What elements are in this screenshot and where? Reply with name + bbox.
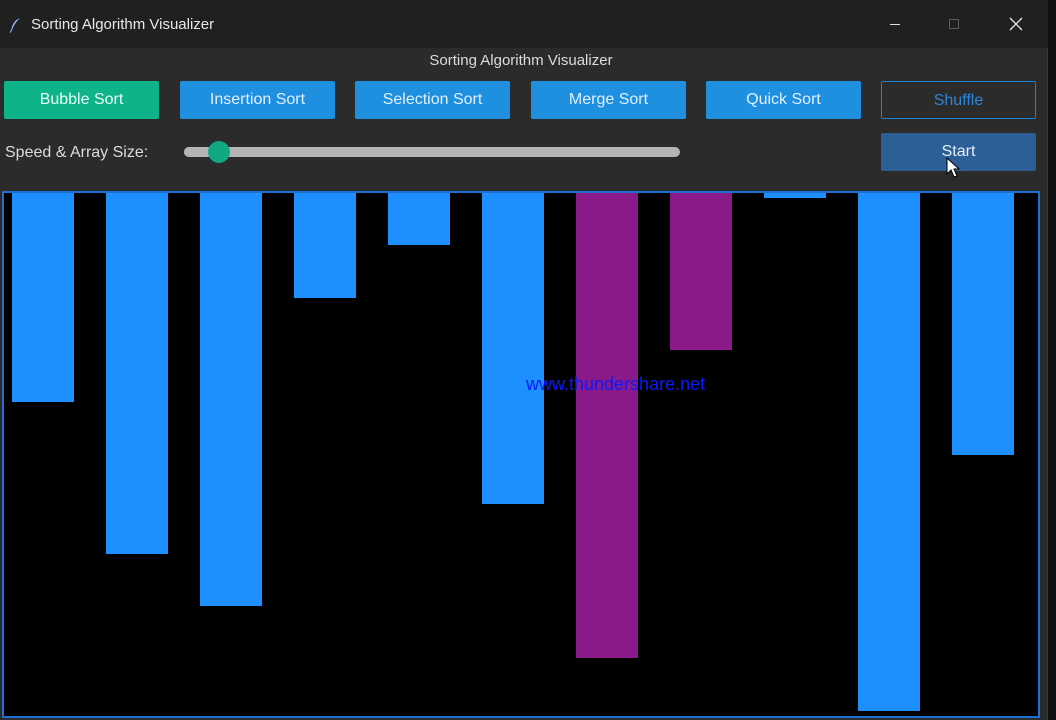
close-icon [1009,17,1023,31]
bar-1 [12,193,74,402]
app-window: Sorting Algorithm Visualizer Sorting Alg… [0,0,1048,720]
slider-thumb[interactable] [207,141,230,163]
bar-3 [200,193,262,606]
feather-icon [9,18,20,33]
bar-7 [576,193,638,658]
maximize-icon [949,19,959,29]
shuffle-button[interactable]: Shuffle [881,81,1036,119]
bar-2 [106,193,168,554]
slider-track[interactable] [184,147,680,157]
selection-sort-button[interactable]: Selection Sort [355,81,510,119]
bar-10 [858,193,920,711]
bar-8 [670,193,732,350]
bar-6 [482,193,544,504]
window-title: Sorting Algorithm Visualizer [31,16,215,33]
merge-sort-button[interactable]: Merge Sort [531,81,686,119]
maximize-button[interactable] [924,0,984,48]
app-heading: Sorting Algorithm Visualizer [429,52,613,69]
bubble-sort-button[interactable]: Bubble Sort [4,81,159,119]
speed-array-size-label: Speed & Array Size: [5,144,149,161]
bar-9 [764,193,826,198]
bar-4 [294,193,356,298]
minimize-icon [890,24,900,25]
insertion-sort-button[interactable]: Insertion Sort [180,81,335,119]
bar-5 [388,193,450,245]
title-bar[interactable]: Sorting Algorithm Visualizer [0,0,1048,48]
close-button[interactable] [986,0,1046,48]
speed-array-size-slider[interactable] [184,141,680,163]
bar-11 [952,193,1014,455]
quick-sort-button[interactable]: Quick Sort [706,81,861,119]
visualizer-canvas: www.thundershare.net [2,191,1040,718]
watermark-text: www.thundershare.net [526,374,706,394]
pointer-cursor-icon [946,157,961,178]
minimize-button[interactable] [865,0,925,48]
